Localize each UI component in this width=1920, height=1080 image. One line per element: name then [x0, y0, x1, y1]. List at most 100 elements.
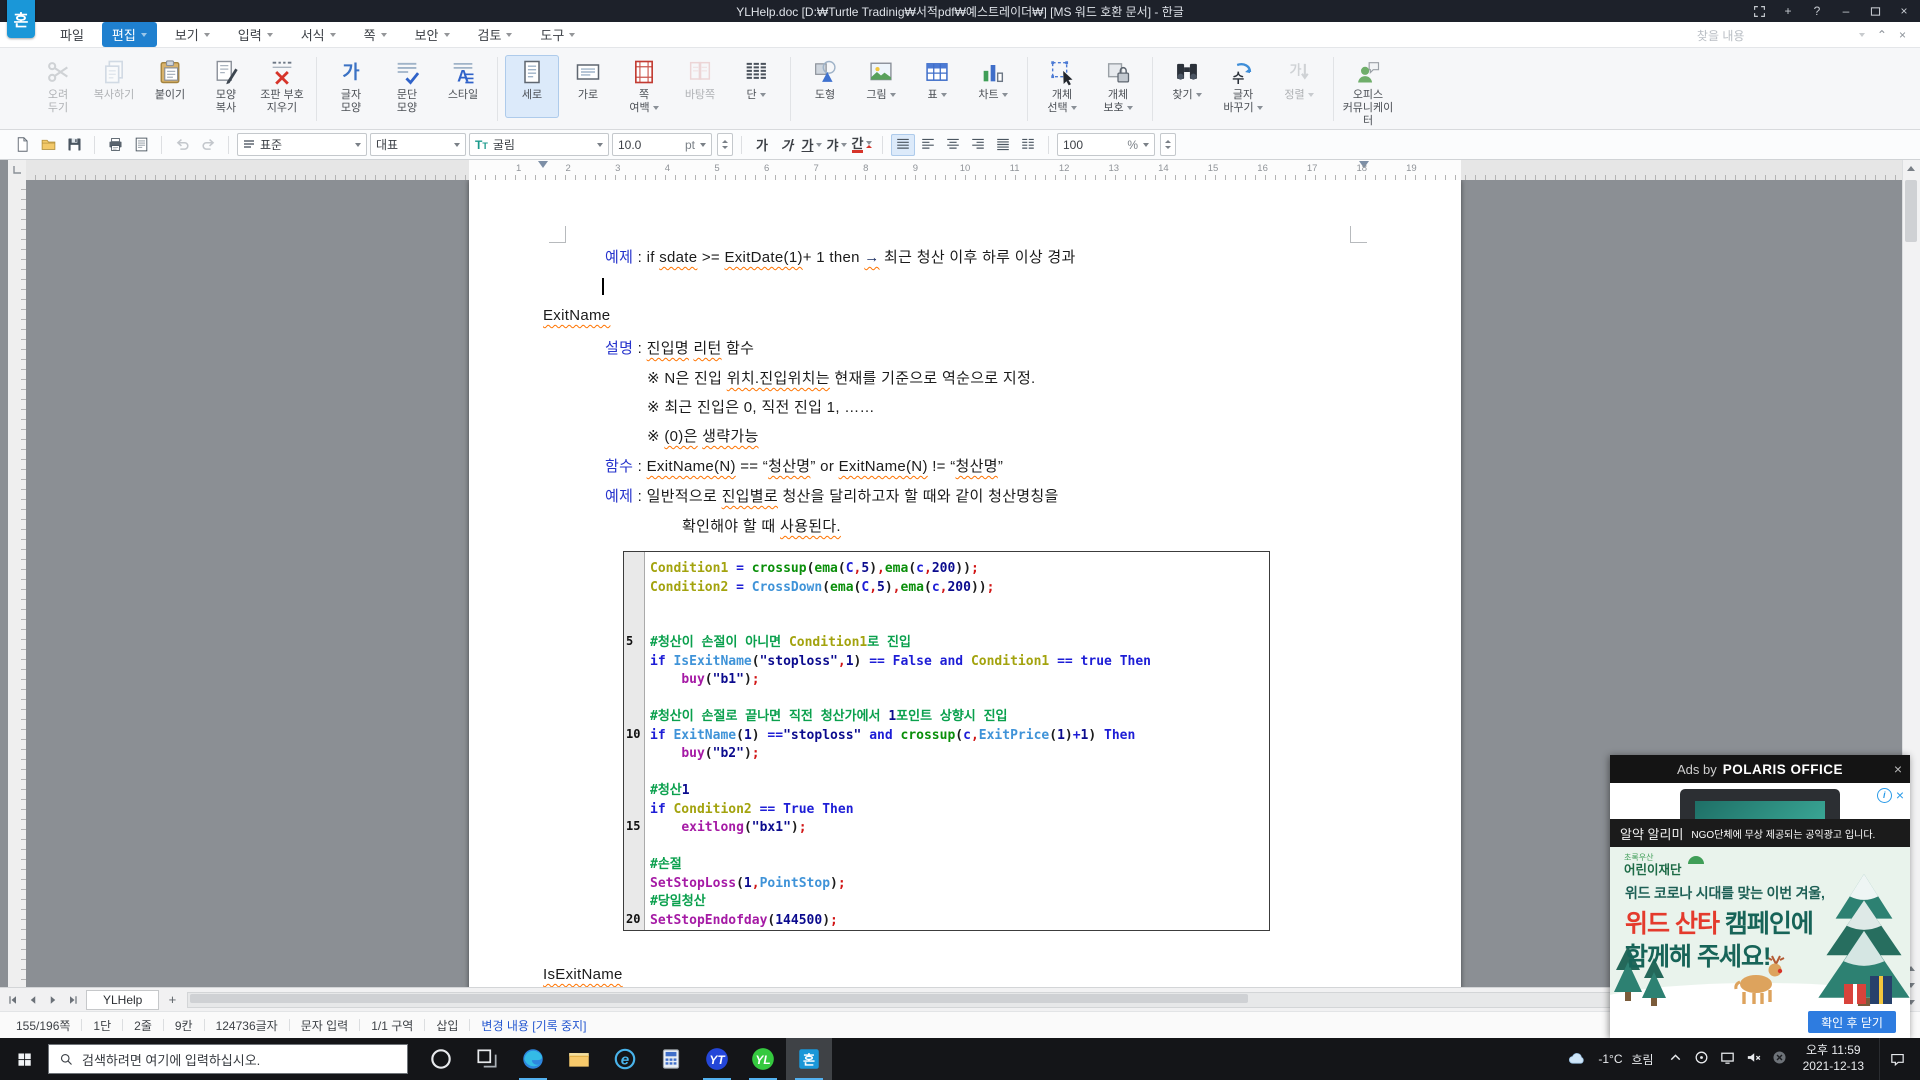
- taskbar-internet-explorer-button[interactable]: e: [602, 1038, 648, 1080]
- taskbar-search-input[interactable]: 검색하려면 여기에 입력하십시오.: [48, 1044, 408, 1074]
- first-tab-button[interactable]: [4, 991, 22, 1009]
- action-center-button[interactable]: [1879, 1038, 1914, 1080]
- weather-desc[interactable]: 흐림: [1632, 1051, 1654, 1068]
- ribbon-object-protect-button[interactable]: 개체 보호: [1091, 55, 1145, 118]
- align-center-button[interactable]: [941, 134, 965, 156]
- maximize-button[interactable]: [1867, 3, 1883, 19]
- help-button[interactable]: ?: [1809, 3, 1825, 19]
- ribbon-replace-char-button[interactable]: 수글자 바꾸기: [1216, 55, 1270, 118]
- char-spacing-button[interactable]: 갸: [825, 134, 849, 156]
- next-tab-button[interactable]: [44, 991, 62, 1009]
- align-left-button[interactable]: [916, 134, 940, 156]
- ribbon-page-margin-button[interactable]: 쪽 여백: [617, 55, 671, 118]
- menu-item-3[interactable]: 입력: [228, 22, 283, 47]
- align-distribute-button[interactable]: [991, 134, 1015, 156]
- zoom-combobox[interactable]: 100 %: [1057, 133, 1155, 156]
- horizontal-ruler[interactable]: 12345678910111213141516171819: [26, 160, 1903, 181]
- last-tab-button[interactable]: [64, 991, 82, 1009]
- tray-mute-button[interactable]: [1745, 1049, 1762, 1069]
- align-divide-button[interactable]: [1016, 134, 1040, 156]
- new-doc-button[interactable]: [10, 134, 34, 156]
- menu-item-4[interactable]: 서식: [291, 22, 346, 47]
- print-button[interactable]: [103, 134, 127, 156]
- menu-item-2[interactable]: 보기: [165, 22, 220, 47]
- add-tab-button[interactable]: +: [163, 991, 181, 1009]
- weather-cloud-icon[interactable]: [1565, 1049, 1589, 1069]
- taskbar-edge-button[interactable]: [510, 1038, 556, 1080]
- ribbon-find-button[interactable]: 찾기: [1160, 55, 1214, 118]
- font-combobox[interactable]: TT 굴림: [469, 133, 609, 156]
- document-tab[interactable]: YLHelp: [86, 990, 159, 1010]
- ribbon-picture-button[interactable]: 그림: [854, 55, 908, 105]
- ruler-corner-box[interactable]: [8, 160, 27, 181]
- preview-button[interactable]: [129, 134, 153, 156]
- ribbon-page-vertical-button[interactable]: 세로: [505, 55, 559, 118]
- ad-close-button[interactable]: ×: [1894, 761, 1902, 777]
- tray-security-button[interactable]: [1693, 1049, 1710, 1069]
- italic-button[interactable]: 가: [775, 134, 799, 156]
- menu-item-7[interactable]: 검토: [468, 22, 523, 47]
- ribbon-format-copy-button[interactable]: 모양 복사: [199, 55, 253, 118]
- minimize-button[interactable]: –: [1838, 3, 1854, 19]
- vertical-ruler[interactable]: [8, 180, 27, 987]
- prev-tab-button[interactable]: [24, 991, 42, 1009]
- adchoices-info-icon[interactable]: i: [1877, 788, 1892, 803]
- menu-item-0[interactable]: 파일: [50, 22, 94, 47]
- ribbon-columns-button[interactable]: 단: [729, 55, 783, 118]
- save-button[interactable]: [62, 134, 86, 156]
- bold-button[interactable]: 가: [750, 134, 774, 156]
- menu-item-1[interactable]: 편집: [102, 22, 157, 47]
- font-color-button[interactable]: 간: [850, 134, 874, 156]
- quick-find-caret-icon[interactable]: [1859, 33, 1865, 37]
- adjust-button[interactable]: +: [1780, 3, 1796, 19]
- ribbon-object-select-button[interactable]: 개체 선택: [1035, 55, 1089, 118]
- tray-chevron-up-button[interactable]: [1667, 1049, 1684, 1069]
- adchoices-close-icon[interactable]: ×: [1896, 787, 1904, 803]
- ribbon-page-horizontal-button[interactable]: 가로: [561, 55, 615, 118]
- ribbon-erase-marks-button[interactable]: 조판 부호 지우기: [255, 55, 309, 118]
- ribbon-close-icon[interactable]: ×: [1899, 28, 1906, 42]
- ad-confirm-close-button[interactable]: 확인 후 닫기: [1808, 1011, 1896, 1033]
- align-justify-button[interactable]: [891, 134, 915, 156]
- vertical-scroll-thumb[interactable]: [1905, 180, 1917, 242]
- ribbon-table-button[interactable]: 표: [910, 55, 964, 105]
- preset-combobox[interactable]: 대표: [370, 133, 466, 156]
- ad-campaign-image[interactable]: 초록우산 어린이재단 위드 코로나 시대를 맞는 이번 겨울, 위드 산타 캠페…: [1610, 847, 1910, 1006]
- zoom-spinner[interactable]: [1160, 133, 1176, 156]
- style-combobox[interactable]: 표준: [237, 133, 367, 156]
- open-folder-button[interactable]: [36, 134, 60, 156]
- ribbon-office-communicator-button[interactable]: 오피스 커뮤니케이터: [1341, 55, 1395, 132]
- tray-error-button[interactable]: [1771, 1049, 1788, 1069]
- taskbar-clock[interactable]: 오후 11:59 2021-12-13: [1803, 1043, 1864, 1074]
- ribbon-shape-button[interactable]: 도형: [798, 55, 852, 105]
- taskbar-yestrader-yl-button[interactable]: YL: [740, 1038, 786, 1080]
- indent-marker-left[interactable]: [538, 161, 548, 168]
- menu-item-8[interactable]: 도구: [530, 22, 585, 47]
- taskbar-yestrader-yt-button[interactable]: YT: [694, 1038, 740, 1080]
- font-size-spinner[interactable]: [717, 133, 733, 156]
- taskbar-file-explorer-button[interactable]: [556, 1038, 602, 1080]
- ribbon-chart-button[interactable]: 차트: [966, 55, 1020, 105]
- ribbon-para-shape-button[interactable]: 문단 모양: [380, 55, 434, 118]
- page[interactable]: 예제 : if sdate >= ExitDate(1)+ 1 then → 최…: [469, 180, 1461, 987]
- ribbon-char-shape-button[interactable]: 가글자 모양: [324, 55, 378, 118]
- font-size-combobox[interactable]: 10.0 pt: [612, 133, 712, 156]
- close-button[interactable]: ×: [1896, 3, 1912, 19]
- tray-display-button[interactable]: [1719, 1049, 1736, 1069]
- ribbon-style-button[interactable]: A스타일: [436, 55, 490, 118]
- taskbar-calculator-button[interactable]: [648, 1038, 694, 1080]
- horizontal-scroll-thumb[interactable]: [190, 994, 1247, 1003]
- taskbar-task-view-button[interactable]: [464, 1038, 510, 1080]
- ribbon-collapse-icon[interactable]: ⌃: [1877, 28, 1887, 42]
- ribbon-paste-button[interactable]: 붙이기: [143, 55, 197, 118]
- fullscreen-button[interactable]: [1751, 3, 1767, 19]
- taskbar-cortana-button[interactable]: [418, 1038, 464, 1080]
- start-button[interactable]: [0, 1038, 48, 1080]
- hwp-logo-icon[interactable]: 혼: [7, 0, 35, 38]
- scroll-up-button[interactable]: [1903, 160, 1919, 177]
- weather-temp[interactable]: -1°C: [1598, 1052, 1622, 1066]
- underline-button[interactable]: 가: [800, 134, 824, 156]
- quick-find-input[interactable]: 찾을 내용: [1697, 27, 1847, 44]
- menu-item-5[interactable]: 쪽: [354, 22, 397, 47]
- align-right-button[interactable]: [966, 134, 990, 156]
